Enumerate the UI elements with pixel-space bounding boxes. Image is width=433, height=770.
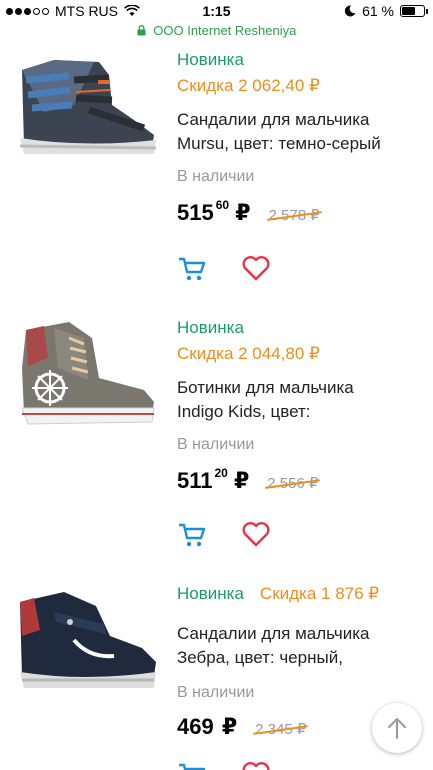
price-currency: ₽ (221, 714, 238, 739)
discount-badge: Скидка 2 062,40 ₽ (177, 76, 320, 95)
product-card[interactable]: Новинка Скидка 1 876 ₽ Сандалии для маль… (0, 578, 433, 770)
product-image[interactable] (14, 50, 159, 160)
new-badge: Новинка (177, 318, 244, 337)
product-title[interactable]: Ботинки для мальчика (177, 376, 433, 400)
battery-percent: 61 % (362, 3, 394, 19)
price-rubles: 515 (177, 200, 214, 225)
url-bar[interactable]: ООО Internet Resheniya (0, 22, 433, 44)
cart-icon[interactable] (177, 520, 207, 548)
current-price: 515 60 ₽ (177, 198, 251, 226)
battery-level (402, 7, 415, 15)
scroll-top-button[interactable] (372, 703, 422, 753)
product-card[interactable]: Новинка Скидка 2 044,80 ₽ Ботинки для ма… (0, 312, 433, 562)
discount-badge: Скидка 1 876 ₽ (259, 584, 380, 603)
moon-icon (344, 5, 356, 17)
product-image[interactable] (14, 586, 159, 696)
cart-icon[interactable] (177, 254, 207, 282)
product-title[interactable]: Сандалии для мальчика (177, 622, 433, 646)
price-kopecks: 20 (214, 466, 228, 480)
old-price: 2 345 ₽ (255, 721, 307, 738)
new-badge: Новинка (177, 50, 244, 69)
price-rubles: 469 (177, 714, 214, 739)
stock-status: В наличии (177, 168, 255, 185)
cart-icon[interactable] (177, 760, 207, 770)
stock-status: В наличии (177, 436, 255, 453)
price-currency: ₽ (233, 468, 250, 493)
battery-icon (400, 5, 428, 17)
new-badge: Новинка (177, 584, 244, 603)
product-title-line2[interactable]: Indigo Kids, цвет: (177, 400, 433, 436)
price-row: 515 60 ₽ 2 578 ₽ (177, 198, 433, 226)
price-row: 511 20 ₽ 2 556 ₽ (177, 466, 433, 494)
product-image[interactable] (14, 318, 159, 428)
heart-icon[interactable] (241, 520, 271, 548)
price-rubles: 511 (177, 468, 213, 493)
status-right: 61 % (344, 3, 428, 19)
product-title-line2[interactable]: Mursu, цвет: темно-серый (177, 132, 433, 168)
site-name: ООО Internet Resheniya (153, 23, 297, 39)
heart-icon[interactable] (241, 760, 271, 770)
current-price: 469 ₽ (177, 714, 237, 740)
old-price: 2 556 ₽ (267, 475, 319, 492)
arrow-up-icon (388, 718, 406, 739)
product-title[interactable]: Сандалии для мальчика (177, 108, 433, 132)
discount-badge: Скидка 2 044,80 ₽ (177, 344, 320, 363)
product-title-line2[interactable]: Зебра, цвет: черный, (177, 646, 433, 684)
price-kopecks: 60 (215, 198, 230, 212)
heart-icon[interactable] (241, 254, 271, 282)
current-price: 511 20 ₽ (177, 466, 250, 494)
price-currency: ₽ (235, 200, 251, 225)
old-price: 2 578 ₽ (268, 207, 320, 224)
status-bar: MTS RUS 1:15 61 % (0, 0, 433, 22)
lock-icon (137, 25, 146, 36)
product-card[interactable]: Новинка Скидка 2 062,40 ₽ Сандалии для м… (0, 44, 433, 294)
